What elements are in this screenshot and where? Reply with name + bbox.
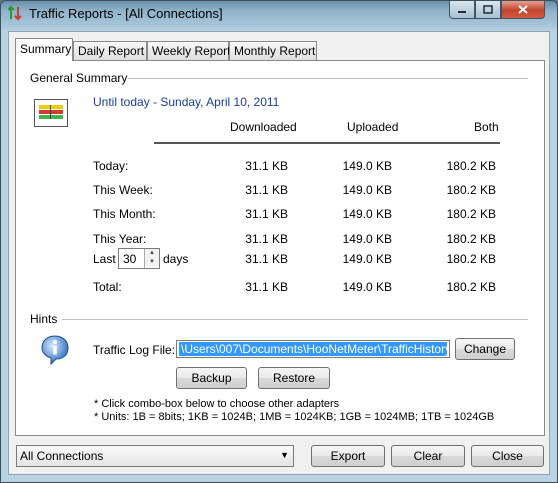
tab-daily-report[interactable]: Daily Report	[73, 41, 147, 60]
cell-month-both: 180.2 KB	[446, 207, 496, 221]
column-both: Both	[474, 120, 499, 134]
maximize-button[interactable]	[475, 1, 501, 19]
cell-week-both: 180.2 KB	[446, 183, 496, 197]
hint-note-adapters: * Click combo-box below to choose other …	[94, 398, 340, 410]
adapter-combo-box[interactable]: All Connections ▼	[16, 445, 294, 467]
cell-total-downloaded: 31.1 KB	[245, 280, 288, 294]
row-label-this-month: This Month:	[93, 207, 156, 221]
backup-button[interactable]: Backup	[176, 367, 247, 389]
close-window-button[interactable]	[501, 1, 545, 19]
cell-total-uploaded: 149.0 KB	[342, 280, 392, 294]
cell-year-uploaded: 149.0 KB	[342, 232, 392, 246]
row-label-this-year: This Year:	[93, 232, 147, 246]
row-label-this-week: This Week:	[93, 183, 153, 197]
cell-week-downloaded: 31.1 KB	[245, 183, 288, 197]
traffic-app-icon	[8, 6, 22, 20]
hints-divider	[62, 319, 528, 320]
row-label-last: Last	[93, 252, 116, 266]
minimize-button[interactable]	[449, 1, 475, 19]
info-icon	[41, 335, 69, 366]
spin-up-icon[interactable]: ▲	[145, 249, 159, 258]
last-days-spinner[interactable]: 30 ▲ ▼	[118, 248, 160, 269]
export-button[interactable]: Export	[311, 445, 385, 467]
header-divider	[154, 142, 500, 144]
until-today-date: Until today - Sunday, April 10, 2011	[93, 95, 280, 109]
minimize-icon	[458, 10, 466, 13]
chevron-down-icon[interactable]: ▼	[280, 450, 289, 460]
clear-button[interactable]: Clear	[391, 445, 465, 467]
tab-weekly-report[interactable]: Weekly Report	[147, 41, 230, 60]
close-icon	[518, 5, 528, 14]
cell-year-downloaded: 31.1 KB	[245, 232, 288, 246]
general-summary-heading: General Summary	[30, 71, 128, 85]
summary-chart-icon	[34, 99, 68, 127]
window-title: Traffic Reports - [All Connections]	[29, 6, 223, 21]
cell-last-downloaded: 31.1 KB	[245, 252, 288, 266]
tab-summary[interactable]: Summary	[15, 38, 73, 61]
restore-button[interactable]: Restore	[258, 367, 330, 389]
cell-total-both: 180.2 KB	[446, 280, 496, 294]
row-label-total: Total:	[93, 280, 122, 294]
days-label: days	[163, 252, 189, 266]
title-bar[interactable]: Traffic Reports - [All Connections]	[1, 1, 557, 27]
cell-today-uploaded: 149.0 KB	[342, 159, 392, 173]
dialog-client-area: Summary Daily Report Weekly Report Month…	[8, 31, 550, 475]
change-button[interactable]: Change	[455, 338, 515, 360]
cell-month-uploaded: 149.0 KB	[342, 207, 392, 221]
column-downloaded: Downloaded	[230, 120, 297, 134]
adapter-selected[interactable]: All Connections	[20, 449, 103, 463]
column-uploaded: Uploaded	[347, 120, 399, 134]
traffic-reports-window: Traffic Reports - [All Connections] Summ…	[0, 0, 558, 483]
cell-year-both: 180.2 KB	[446, 232, 496, 246]
last-days-value[interactable]: 30	[123, 252, 136, 266]
row-label-today: Today:	[93, 159, 129, 173]
cell-week-uploaded: 149.0 KB	[342, 183, 392, 197]
tab-monthly-report[interactable]: Monthly Report	[229, 41, 317, 60]
cell-today-both: 180.2 KB	[446, 159, 496, 173]
cell-last-uploaded: 149.0 KB	[342, 252, 392, 266]
hints-heading: Hints	[30, 312, 58, 326]
cell-month-downloaded: 31.1 KB	[245, 207, 288, 221]
hint-note-units: * Units: 1B = 8bits; 1KB = 1024B; 1MB = …	[94, 411, 495, 423]
cell-today-downloaded: 31.1 KB	[245, 159, 288, 173]
traffic-log-label: Traffic Log File:	[93, 343, 176, 357]
spin-down-icon[interactable]: ▼	[145, 258, 159, 267]
traffic-log-path[interactable]: \Users\007\Documents\HooNetMeter\Traffic…	[179, 342, 447, 356]
cell-last-both: 180.2 KB	[446, 252, 496, 266]
spinner-arrows[interactable]: ▲ ▼	[144, 249, 159, 268]
group-divider	[128, 78, 528, 79]
traffic-log-path-field[interactable]: \Users\007\Documents\HooNetMeter\Traffic…	[176, 340, 450, 358]
close-button[interactable]: Close	[471, 445, 544, 467]
summary-panel: General Summary Until today - Sunday, Ap…	[15, 60, 545, 436]
maximize-icon	[483, 5, 493, 14]
